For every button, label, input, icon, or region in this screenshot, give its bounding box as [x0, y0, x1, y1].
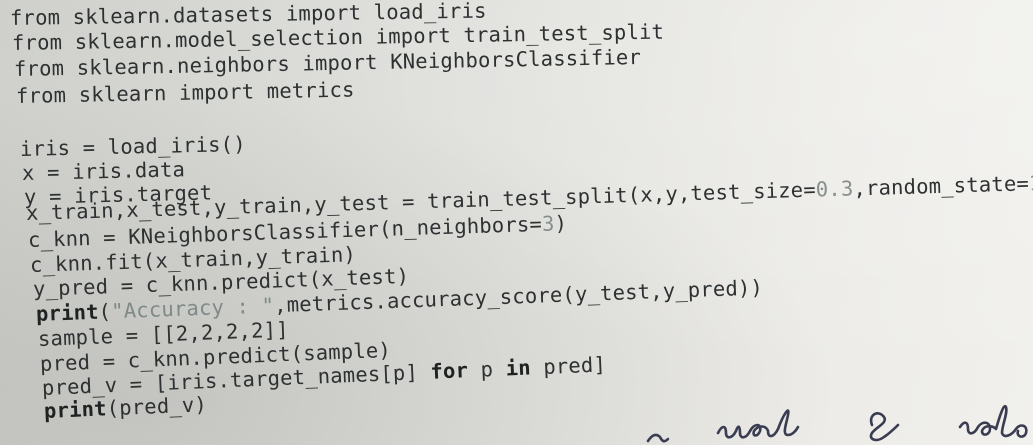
code-line-load-iris: iris = load_iris() — [20, 132, 246, 161]
code-token-kw: in — [505, 355, 532, 381]
code-token: (pred_v) — [106, 392, 208, 421]
code-line-import-metrics: from sklearn import metrics — [16, 78, 355, 108]
code-token: p — [467, 356, 507, 383]
code-token-num: 0.3 — [815, 176, 854, 202]
code-token: ,random_state= — [853, 171, 1030, 201]
code-token-num: 3 — [541, 211, 555, 236]
code-token-kw: print — [43, 396, 108, 423]
code-token: from sklearn import metrics — [15, 77, 355, 108]
handwritten-scribble — [646, 404, 1028, 443]
code-token-kw: print — [35, 299, 100, 326]
code-token: pred] — [530, 352, 607, 380]
code-token-num: 1 — [1028, 170, 1033, 196]
code-token: ( — [98, 299, 112, 324]
code-token-kw: for — [429, 358, 469, 384]
printed-code-listing: from sklearn.datasets import load_iris f… — [0, 0, 1033, 445]
code-token: iris = load_iris() — [19, 131, 246, 161]
code-token: ) — [554, 211, 568, 236]
